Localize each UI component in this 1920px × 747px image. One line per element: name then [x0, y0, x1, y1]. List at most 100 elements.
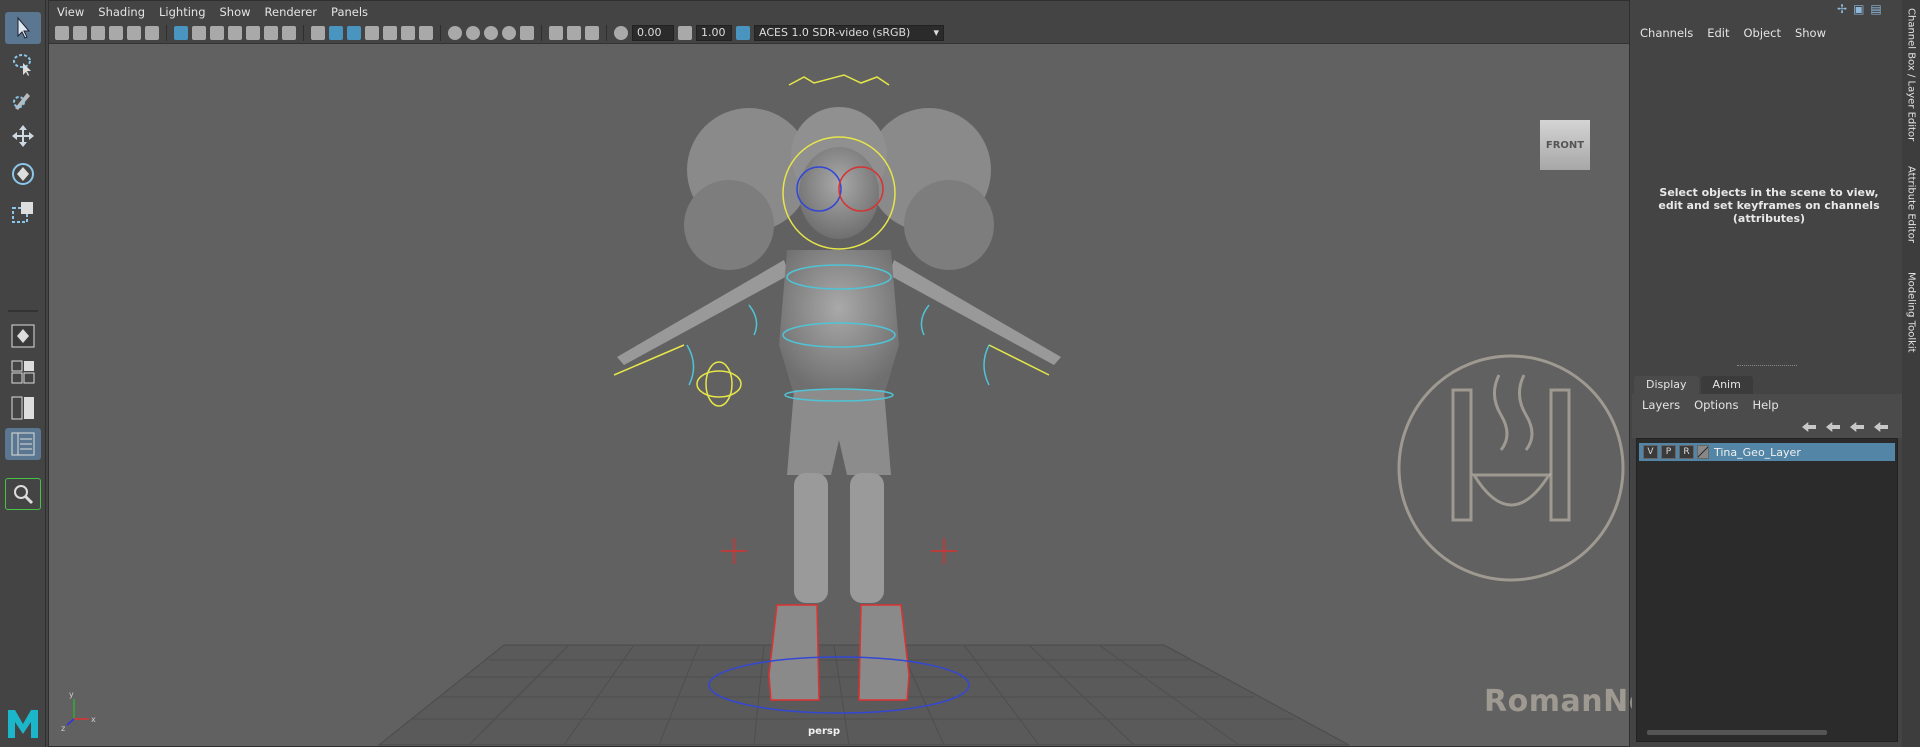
axis-label-z: z — [61, 724, 65, 733]
layer-name[interactable]: Tina_Geo_Layer — [1714, 446, 1801, 459]
shadows-icon[interactable] — [419, 25, 433, 40]
outliner-layout-icon[interactable] — [5, 428, 41, 460]
menu-lighting[interactable]: Lighting — [159, 5, 205, 19]
screen-space-ao-icon[interactable] — [448, 25, 462, 40]
resolution-gate-icon[interactable] — [210, 25, 224, 40]
xray-icon[interactable] — [549, 25, 563, 40]
gate-mask-icon[interactable] — [228, 25, 242, 40]
select-tool-icon[interactable] — [5, 12, 41, 44]
exposure-icon[interactable] — [614, 25, 628, 40]
menu-options[interactable]: Options — [1694, 398, 1738, 412]
move-layer-down-icon[interactable] — [1826, 422, 1840, 432]
safe-title-icon[interactable] — [282, 25, 296, 40]
layer-list[interactable]: V P R Tina_Geo_Layer — [1636, 438, 1898, 742]
float-panel-icon[interactable]: ▤ — [1870, 2, 1881, 16]
menu-object[interactable]: Object — [1744, 26, 1781, 40]
menu-channels[interactable]: Channels — [1640, 26, 1693, 40]
side-tabs: Channel Box / Layer Editor Attribute Edi… — [1902, 0, 1920, 747]
camera-attributes-icon[interactable] — [73, 25, 87, 40]
multisample-aa-icon[interactable] — [484, 25, 498, 40]
color-space-value: ACES 1.0 SDR-video (sRGB) — [759, 26, 911, 39]
character-left-leg — [794, 473, 828, 603]
scale-tool-icon[interactable] — [5, 196, 41, 228]
panel-corner-icons: ✢ ▣ ▤ — [1837, 2, 1882, 16]
tab-channel-box-layer-editor[interactable]: Channel Box / Layer Editor — [1903, 8, 1919, 148]
use-lights-icon[interactable] — [401, 25, 415, 40]
character-left-arm — [617, 260, 789, 365]
transform-icon[interactable]: ✢ — [1837, 2, 1847, 16]
axis-label-y: y — [69, 690, 74, 699]
xray-active-components-icon[interactable] — [567, 25, 581, 40]
bookmark-icon[interactable] — [91, 25, 105, 40]
smooth-shade-icon[interactable] — [329, 25, 343, 40]
menu-layers[interactable]: Layers — [1642, 398, 1680, 412]
single-perspective-layout-icon[interactable] — [5, 320, 41, 352]
paint-select-tool-icon[interactable] — [5, 84, 41, 116]
character-shorts — [787, 390, 891, 475]
gamma-icon[interactable] — [678, 25, 692, 40]
grease-pencil-icon[interactable] — [145, 25, 159, 40]
menu-shading[interactable]: Shading — [98, 5, 145, 19]
layer-row[interactable]: V P R Tina_Geo_Layer — [1639, 443, 1895, 461]
four-view-layout-icon[interactable] — [5, 356, 41, 388]
wireframe-on-shaded-icon[interactable] — [365, 25, 379, 40]
exposure-field[interactable]: 0.00 — [632, 24, 674, 41]
gamma-field[interactable]: 1.00 — [696, 24, 732, 41]
menu-panels[interactable]: Panels — [331, 5, 368, 19]
film-gate-icon[interactable] — [192, 25, 206, 40]
menu-view[interactable]: View — [57, 5, 84, 19]
motion-blur-icon[interactable] — [466, 25, 480, 40]
character-right-leg — [850, 473, 884, 603]
camera-label: persp — [808, 726, 840, 737]
search-icon[interactable] — [5, 478, 41, 510]
image-plane-icon[interactable] — [109, 25, 123, 40]
layer-display-type-toggle[interactable]: R — [1679, 445, 1694, 459]
scene-canvas: y x z — [61, 74, 1625, 746]
tab-attribute-editor[interactable]: Attribute Editor — [1903, 166, 1919, 256]
color-management-icon[interactable] — [736, 25, 750, 40]
menu-help[interactable]: Help — [1752, 398, 1778, 412]
wireframe-icon[interactable] — [311, 25, 325, 40]
lock-panel-icon[interactable]: ▣ — [1853, 2, 1864, 16]
menu-show[interactable]: Show — [1795, 26, 1826, 40]
two-view-layout-icon[interactable] — [5, 392, 41, 424]
field-chart-icon[interactable] — [246, 25, 260, 40]
new-layer-icon[interactable] — [1850, 422, 1864, 432]
layer-list-scrollbar[interactable] — [1647, 730, 1827, 735]
layer-color-swatch[interactable] — [1697, 445, 1709, 459]
xray-joints-icon[interactable] — [585, 25, 599, 40]
layer-visibility-toggle[interactable]: V — [1643, 445, 1658, 459]
color-space-dropdown[interactable]: ACES 1.0 SDR-video (sRGB) ▾ — [754, 24, 944, 41]
rotate-tool-icon[interactable] — [5, 158, 41, 190]
new-layer-from-selection-icon[interactable] — [1874, 422, 1888, 432]
tab-modeling-toolkit[interactable]: Modeling Toolkit — [1903, 272, 1919, 362]
menu-show[interactable]: Show — [220, 5, 251, 19]
tab-display[interactable]: Display — [1634, 376, 1699, 394]
camera-icon[interactable] — [55, 25, 69, 40]
viewport-scene[interactable]: y x z FRONT RomanNoodles3D persp — [49, 45, 1789, 746]
depth-of-field-icon[interactable] — [502, 25, 516, 40]
move-tool-icon[interactable] — [5, 120, 41, 152]
layer-editor-menu: Layers Options Help — [1632, 394, 1902, 416]
isolate-select-icon[interactable] — [520, 25, 534, 40]
view-cube-label: FRONT — [1545, 139, 1585, 151]
textured-icon[interactable] — [383, 25, 397, 40]
view-cube[interactable]: FRONT — [1540, 120, 1590, 170]
channel-box-empty-message: Select objects in the scene to view, edi… — [1658, 186, 1880, 225]
safe-action-icon[interactable] — [264, 25, 278, 40]
channel-box-body[interactable]: Select objects in the scene to view, edi… — [1634, 46, 1900, 366]
two-d-pan-icon[interactable] — [127, 25, 141, 40]
menu-renderer[interactable]: Renderer — [265, 5, 318, 19]
character-right-arm — [889, 260, 1061, 365]
lasso-tool-icon[interactable] — [5, 48, 41, 80]
panel-splitter[interactable] — [1737, 365, 1797, 368]
menu-edit[interactable]: Edit — [1707, 26, 1729, 40]
move-layer-up-icon[interactable] — [1802, 422, 1816, 432]
axis-indicator: y x z — [61, 690, 96, 733]
character-left-boot — [768, 604, 820, 701]
chevron-down-icon: ▾ — [933, 26, 939, 39]
default-material-icon[interactable] — [347, 25, 361, 40]
tab-anim[interactable]: Anim — [1700, 376, 1753, 394]
grid-icon[interactable] — [174, 25, 188, 40]
layer-playback-toggle[interactable]: P — [1661, 445, 1676, 459]
